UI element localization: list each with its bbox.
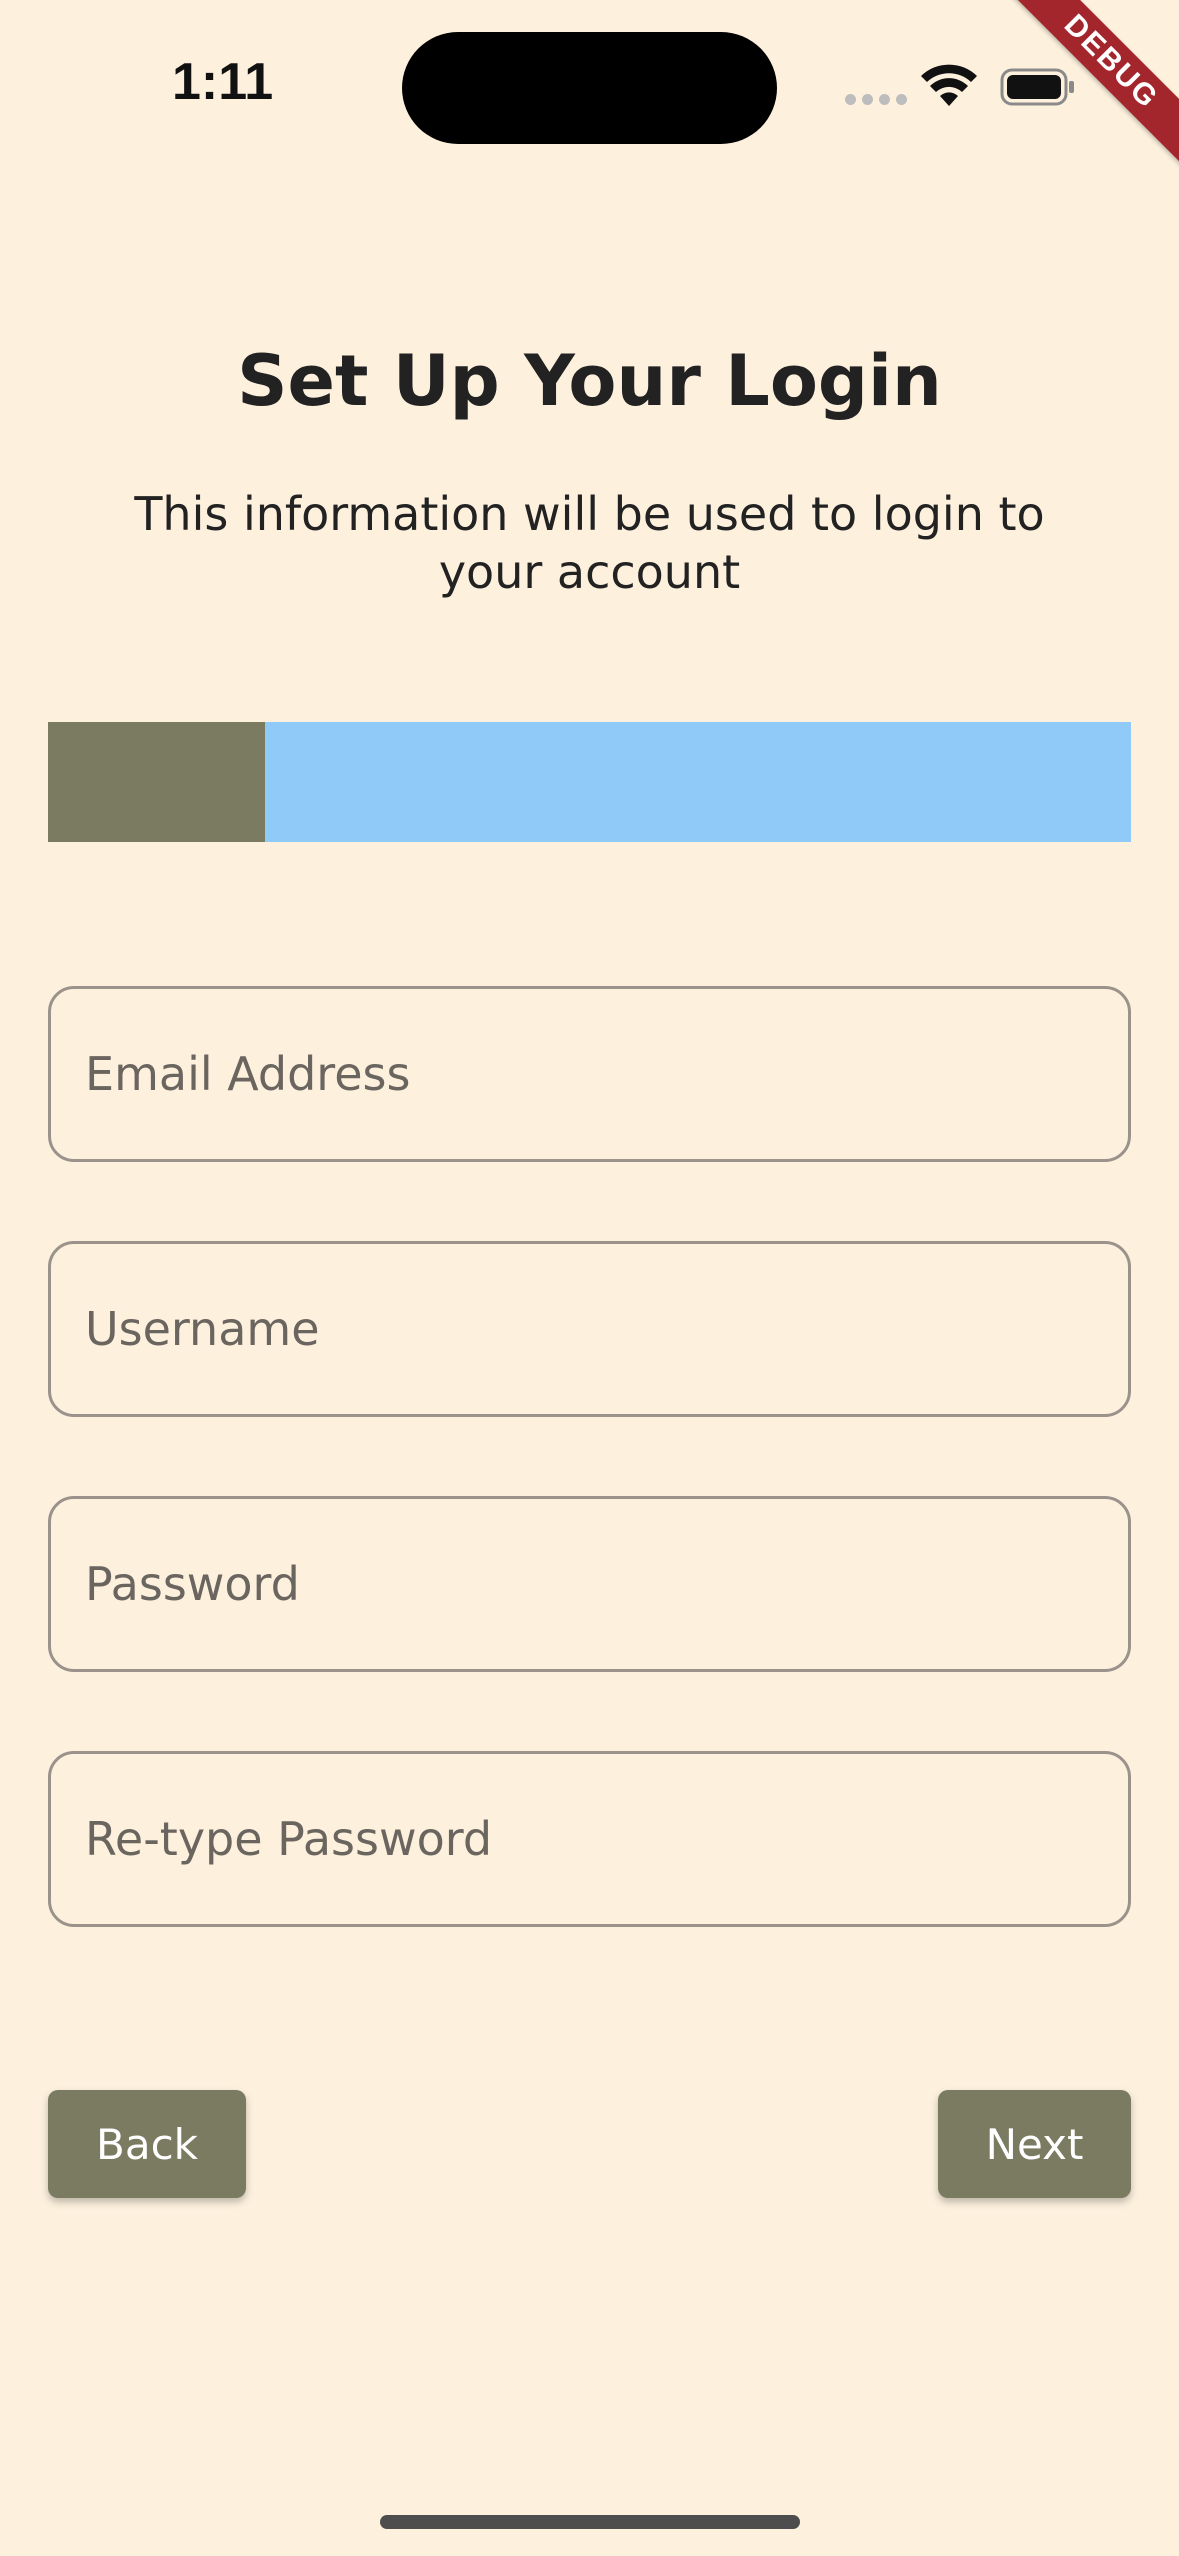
page-subtitle: This information will be used to login t… (134, 487, 1045, 599)
progress-bar-fill (48, 722, 265, 842)
cellular-signal-icon (845, 94, 907, 105)
back-button[interactable]: Back (48, 2090, 246, 2198)
page-title: Set Up Your Login (237, 340, 942, 422)
email-input[interactable] (85, 989, 1128, 1159)
progress-bar (48, 722, 1131, 842)
dynamic-island (402, 32, 777, 144)
wifi-icon (921, 64, 977, 106)
username-field[interactable] (48, 1241, 1131, 1417)
home-indicator[interactable] (380, 2515, 800, 2529)
email-field[interactable] (48, 986, 1131, 1162)
username-input[interactable] (85, 1244, 1128, 1414)
battery-icon (1000, 68, 1074, 106)
password-input[interactable] (85, 1499, 1128, 1669)
status-time: 1:11 (172, 53, 274, 111)
retype-password-input[interactable] (85, 1754, 1128, 1924)
next-button[interactable]: Next (938, 2090, 1131, 2198)
password-field[interactable] (48, 1496, 1131, 1672)
retype-password-field[interactable] (48, 1751, 1131, 1927)
